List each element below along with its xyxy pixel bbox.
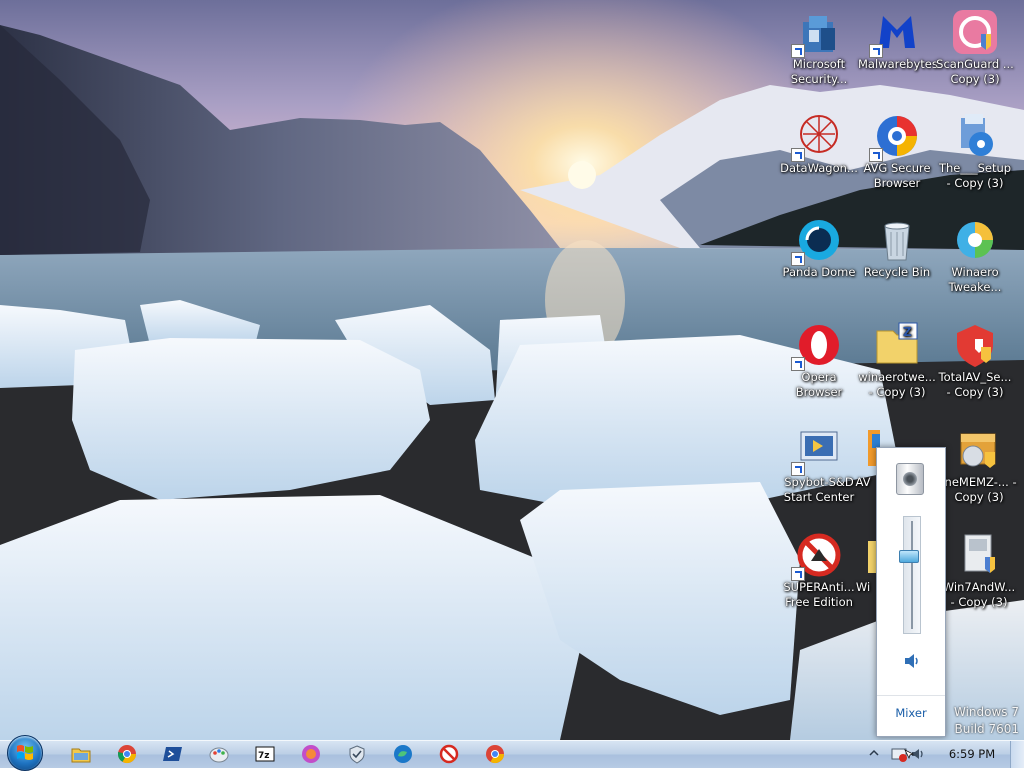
desktop-icon-win7andw[interactable]: Win7AndW... - Copy (3) — [940, 531, 1018, 610]
desktop-icon-label: TotalAV_Se... - Copy (3) — [938, 370, 1012, 399]
desktop-icon-recycle-bin[interactable]: Recycle Bin — [858, 216, 936, 280]
desktop-icon-datawagon[interactable]: DataWagon... — [780, 112, 858, 176]
malwarebytes-icon — [869, 8, 921, 58]
desktop-icon-panda-dome[interactable]: Panda Dome — [780, 216, 858, 280]
taskbar: 7z 6:59 PM — [0, 735, 1024, 771]
volume-slider-thumb[interactable] — [899, 550, 919, 563]
desktop-icon-label: Recycle Bin — [863, 265, 931, 279]
show-hidden-icons-chevron-icon[interactable] — [868, 747, 880, 759]
desktop-icon-avg-secure-browser[interactable]: AVG Secure Browser — [858, 112, 936, 191]
opera-icon — [791, 321, 843, 371]
folder-icon — [846, 531, 880, 579]
desktop-icon-label: ineMEMZ-... - Copy (3) — [941, 475, 1017, 504]
svg-text:Z: Z — [903, 325, 912, 339]
desktop-icon-label: ScanGuard ... Copy (3) — [936, 57, 1014, 86]
browser-taskbar-icon[interactable] — [300, 743, 322, 765]
shortcut-arrow-icon — [791, 567, 805, 581]
flyout-divider — [877, 695, 945, 696]
mixer-link[interactable]: Mixer — [877, 706, 945, 720]
package-icon — [955, 426, 1003, 474]
desktop-icon-label: Panda Dome — [782, 265, 856, 279]
desktop-icon-label: DataWagon... — [780, 161, 858, 175]
desktop-icon-setup[interactable]: The___Setup - Copy (3) — [936, 112, 1014, 191]
volume-flyout: Mixer — [876, 447, 946, 737]
desktop-icon-opera[interactable]: Opera Browser — [780, 321, 858, 400]
winaero-tweaker-icon — [951, 216, 999, 264]
start-button[interactable] — [7, 735, 43, 771]
zip-folder-icon: Z — [873, 321, 921, 369]
volume-slider-track[interactable] — [903, 516, 921, 634]
desktop-icon-label: Winaero Tweake... — [948, 265, 1002, 294]
windows-build-watermark: Windows 7 Build 7601 — [954, 704, 1019, 738]
desktop-icon-label: AV — [855, 475, 871, 489]
desktop-icon-label: Opera Browser — [795, 370, 843, 399]
7zip-taskbar-icon[interactable]: 7z — [254, 743, 276, 765]
watermark-build: Build 7601 — [954, 722, 1019, 736]
panda-dome-icon — [791, 216, 843, 266]
speaker-mute-toggle-icon[interactable] — [902, 651, 922, 671]
chrome-taskbar-icon[interactable] — [116, 743, 138, 765]
watermark-os-name: Windows 7 — [953, 705, 1019, 719]
desktop-icon-label: Malwarebytes — [858, 57, 938, 71]
powershell-taskbar-icon[interactable] — [162, 743, 184, 765]
avg-secure-browser-icon — [869, 112, 921, 162]
setup-installer-icon — [951, 112, 999, 160]
superantispyware-icon — [791, 531, 843, 581]
desktop-icon-av-partial[interactable]: AV — [846, 426, 880, 490]
shortcut-arrow-icon — [791, 44, 805, 58]
desktop-icon-label: winaerotwe... - Copy (3) — [858, 370, 936, 399]
desktop-icon-malwarebytes[interactable]: Malwarebytes — [858, 8, 938, 72]
recycle-bin-icon — [873, 216, 921, 264]
paint-taskbar-icon[interactable] — [208, 743, 230, 765]
desktop-icon-memz[interactable]: ineMEMZ-... - Copy (3) — [940, 426, 1018, 505]
av-software-icon — [846, 426, 880, 474]
desktop-icon-label: Win7AndW... - Copy (3) — [942, 580, 1016, 609]
speaker-device-icon[interactable] — [896, 463, 924, 495]
defender-taskbar-icon[interactable] — [346, 743, 368, 765]
desktop-icon-winaero-zip[interactable]: Z winaerotwe... - Copy (3) — [858, 321, 936, 400]
desktop-icon-folder-partial[interactable]: Wi — [846, 531, 880, 595]
microsoft-security-icon — [791, 8, 843, 58]
shortcut-arrow-icon — [869, 44, 883, 58]
desktop-icon-winaero-tweaker[interactable]: Winaero Tweake... — [936, 216, 1014, 295]
desktop-icon-microsoft-security[interactable]: Microsoft Security... — [780, 8, 858, 87]
datawagon-icon — [791, 112, 843, 162]
totalav-icon — [951, 321, 999, 369]
spybot-icon — [791, 426, 843, 476]
shortcut-arrow-icon — [791, 252, 805, 266]
shortcut-arrow-icon — [869, 148, 883, 162]
scanguard-icon — [951, 8, 999, 56]
desktop-icon-totalav[interactable]: TotalAV_Se... - Copy (3) — [936, 321, 1014, 400]
superantispyware-taskbar-icon[interactable] — [438, 743, 460, 765]
tray-network-volume-icons[interactable] — [890, 744, 932, 764]
taskbar-clock[interactable]: 6:59 PM — [942, 747, 1002, 761]
desktop-icon-label: The___Setup - Copy (3) — [938, 161, 1012, 190]
file-explorer-taskbar-icon[interactable] — [70, 743, 92, 765]
svg-text:7z: 7z — [258, 751, 270, 761]
desktop-icon-label: AVG Secure Browser — [863, 161, 931, 190]
show-desktop-button[interactable] — [1010, 741, 1024, 768]
shortcut-arrow-icon — [791, 357, 805, 371]
chrome-secondary-taskbar-icon[interactable] — [484, 743, 506, 765]
desktop-icon-label: Wi — [855, 580, 871, 594]
shortcut-arrow-icon — [791, 148, 805, 162]
shortcut-arrow-icon — [791, 462, 805, 476]
installer-icon — [955, 531, 1003, 579]
desktop-icon-label: Microsoft Security... — [790, 57, 848, 86]
windows-logo-icon — [17, 745, 33, 760]
desktop-icon-scanguard[interactable]: ScanGuard ... Copy (3) — [936, 8, 1014, 87]
edge-taskbar-icon[interactable] — [392, 743, 414, 765]
